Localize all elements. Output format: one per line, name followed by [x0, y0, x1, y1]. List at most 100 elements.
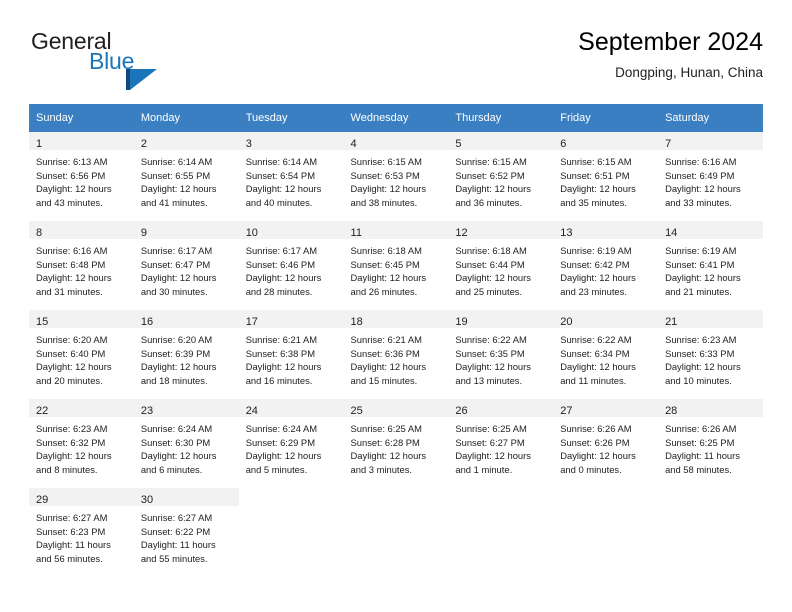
sunrise-text: Sunrise: 6:15 AM	[455, 156, 527, 167]
blue-triangle-logo-icon	[126, 69, 157, 91]
calendar-day-cell[interactable]: 26 Sunrise: 6:25 AM Sunset: 6:27 PM Dayligh…	[448, 399, 554, 488]
calendar-day-cell[interactable]: 2 Sunrise: 6:14 AM Sunset: 6:55 PM Daylight…	[133, 132, 239, 221]
sunset-text: Sunset: 6:48 PM	[36, 258, 106, 270]
sunset-text: Sunset: 6:23 PM	[36, 525, 106, 537]
sunrise-text: Sunrise: 6:21 AM	[245, 334, 318, 345]
calendar-grid: Sunday Monday Tuesday Wednesday Thursday…	[29, 104, 763, 577]
sunrise-text: Sunrise: 6:27 AM	[36, 512, 108, 523]
sunrise-text: Sunrise: 6:15 AM	[350, 156, 422, 167]
daylight-text-line1: Daylight: 12 hours	[36, 361, 112, 373]
daylight-text-line2: and 11 minutes.	[560, 374, 627, 386]
calendar-day-cell[interactable]: 30 Sunrise: 6:27 AM Sunset: 6:22 PM Dayligh…	[133, 488, 239, 577]
daylight-text-line1: Daylight: 12 hours	[245, 272, 322, 284]
calendar-day-cell[interactable]: 25 Sunrise: 6:25 AM Sunset: 6:28 PM Dayligh…	[343, 399, 449, 488]
calendar-day-cell[interactable]: 6 Sunrise: 6:15 AM Sunset: 6:51 PM Daylight…	[553, 132, 659, 221]
calendar-day-cell[interactable]: 9 Sunrise: 6:17 AM Sunset: 6:47 PM Daylight…	[133, 221, 239, 310]
calendar-day-cell[interactable]: 23 Sunrise: 6:24 AM Sunset: 6:30 PM Dayligh…	[133, 399, 239, 488]
calendar-day-cell[interactable]: 7 Sunrise: 6:16 AM Sunset: 6:49 PM Daylight…	[658, 132, 763, 221]
calendar-day-cell[interactable]: 11 Sunrise: 6:18 AM Sunset: 6:45 PM Dayligh…	[343, 221, 449, 310]
page-subtitle-location: Dongping, Hunan, China	[615, 65, 763, 80]
brand-logo[interactable]: General Blue	[29, 28, 259, 90]
calendar-day-cell-empty	[344, 488, 449, 577]
daylight-text-line2: and 36 minutes.	[455, 196, 523, 208]
sunrise-text: Sunrise: 6:21 AM	[350, 334, 422, 345]
daylight-text-line2: and 20 minutes.	[36, 374, 103, 386]
calendar-header-row: Sunday Monday Tuesday Wednesday Thursday…	[29, 104, 763, 132]
daylight-text-line1: Daylight: 12 hours	[245, 450, 322, 462]
calendar-day-cell[interactable]: 22 Sunrise: 6:23 AM Sunset: 6:32 PM Dayligh…	[29, 399, 134, 488]
sunrise-text: Sunrise: 6:14 AM	[245, 156, 318, 167]
calendar-day-cell[interactable]: 5 Sunrise: 6:15 AM Sunset: 6:52 PM Daylight…	[448, 132, 554, 221]
daylight-text-line1: Daylight: 12 hours	[36, 450, 112, 462]
sunset-text: Sunset: 6:45 PM	[350, 258, 420, 270]
calendar-day-cell-empty	[448, 488, 553, 577]
day-number: 25	[350, 405, 363, 417]
sunrise-text: Sunrise: 6:20 AM	[36, 334, 108, 345]
calendar-day-cell[interactable]: 15 Sunrise: 6:20 AM Sunset: 6:40 PM Dayligh…	[29, 310, 134, 399]
daylight-text-line2: and 56 minutes.	[36, 552, 103, 564]
calendar-day-cell[interactable]: 17 Sunrise: 6:21 AM Sunset: 6:38 PM Dayligh…	[238, 310, 344, 399]
daylight-text-line2: and 33 minutes.	[665, 196, 732, 208]
sunset-text: Sunset: 6:28 PM	[350, 436, 420, 448]
sunrise-text: Sunrise: 6:17 AM	[140, 245, 213, 256]
sunset-text: Sunset: 6:25 PM	[665, 436, 735, 448]
sunset-text: Sunset: 6:22 PM	[140, 525, 211, 537]
calendar-day-cell[interactable]: 28 Sunrise: 6:26 AM Sunset: 6:25 PM Dayligh…	[658, 399, 763, 488]
day-number: 6	[560, 138, 567, 150]
sunrise-text: Sunrise: 6:17 AM	[245, 245, 318, 256]
daylight-text-line1: Daylight: 12 hours	[140, 272, 217, 284]
day-number: 24	[245, 405, 258, 417]
daylight-text-line1: Daylight: 12 hours	[140, 183, 217, 195]
sunrise-text: Sunrise: 6:23 AM	[665, 334, 737, 345]
daylight-text-line2: and 26 minutes.	[350, 285, 418, 297]
page-header: General Blue September 2024 Dongping, Hu…	[29, 28, 763, 90]
calendar-day-cell[interactable]: 1 Sunrise: 6:13 AM Sunset: 6:56 PM Daylight…	[29, 132, 134, 221]
calendar-day-cell[interactable]: 12 Sunrise: 6:18 AM Sunset: 6:44 PM Dayligh…	[448, 221, 554, 310]
daylight-text-line1: Daylight: 12 hours	[665, 361, 741, 373]
calendar-day-cell[interactable]: 13 Sunrise: 6:19 AM Sunset: 6:42 PM Dayligh…	[553, 221, 659, 310]
calendar-day-cell-empty	[239, 488, 344, 577]
calendar-day-cell[interactable]: 24 Sunrise: 6:24 AM Sunset: 6:29 PM Dayligh…	[238, 399, 344, 488]
calendar-day-cell[interactable]: 19 Sunrise: 6:22 AM Sunset: 6:35 PM Dayligh…	[448, 310, 554, 399]
day-number: 20	[560, 316, 573, 328]
calendar-day-cell[interactable]: 8 Sunrise: 6:16 AM Sunset: 6:48 PM Daylight…	[29, 221, 134, 310]
day-number: 3	[245, 138, 252, 150]
day-number: 27	[560, 405, 573, 417]
title-block: September 2024 Dongping, Hunan, China	[578, 26, 763, 83]
sunset-text: Sunset: 6:30 PM	[140, 436, 211, 448]
sunset-text: Sunset: 6:49 PM	[665, 169, 735, 181]
daylight-text-line2: and 15 minutes.	[350, 374, 418, 386]
sunset-text: Sunset: 6:32 PM	[36, 436, 106, 448]
daylight-text-line2: and 55 minutes.	[140, 552, 208, 564]
daylight-text-line2: and 10 minutes.	[665, 374, 732, 386]
calendar-day-cell[interactable]: 21 Sunrise: 6:23 AM Sunset: 6:33 PM Dayligh…	[658, 310, 763, 399]
calendar-day-cell-empty	[553, 488, 658, 577]
day-number: 4	[350, 138, 357, 150]
sunrise-text: Sunrise: 6:20 AM	[140, 334, 213, 345]
daylight-text-line1: Daylight: 11 hours	[140, 539, 216, 551]
daylight-text-line1: Daylight: 12 hours	[36, 272, 112, 284]
calendar-day-cell[interactable]: 29 Sunrise: 6:27 AM Sunset: 6:23 PM Dayligh…	[29, 488, 134, 577]
calendar-day-cell[interactable]: 16 Sunrise: 6:20 AM Sunset: 6:39 PM Dayligh…	[133, 310, 239, 399]
day-number: 23	[140, 405, 154, 417]
calendar-week-row: 29 Sunrise: 6:27 AM Sunset: 6:23 PM Dayligh…	[29, 488, 763, 577]
sunset-text: Sunset: 6:33 PM	[665, 347, 735, 359]
day-number: 15	[36, 316, 49, 328]
sunset-text: Sunset: 6:41 PM	[665, 258, 735, 270]
sunrise-text: Sunrise: 6:25 AM	[455, 423, 527, 434]
calendar-day-cell[interactable]: 18 Sunrise: 6:21 AM Sunset: 6:36 PM Dayligh…	[343, 310, 449, 399]
calendar-day-cell[interactable]: 3 Sunrise: 6:14 AM Sunset: 6:54 PM Daylight…	[238, 132, 344, 221]
daylight-text-line2: and 6 minutes.	[140, 463, 203, 475]
sunset-text: Sunset: 6:53 PM	[350, 169, 420, 181]
calendar-day-cell[interactable]: 20 Sunrise: 6:22 AM Sunset: 6:34 PM Dayligh…	[553, 310, 659, 399]
daylight-text-line1: Daylight: 12 hours	[665, 183, 741, 195]
calendar-day-cell[interactable]: 4 Sunrise: 6:15 AM Sunset: 6:53 PM Daylight…	[343, 132, 449, 221]
calendar-day-cell[interactable]: 27 Sunrise: 6:26 AM Sunset: 6:26 PM Dayligh…	[553, 399, 659, 488]
calendar-day-cell[interactable]: 14 Sunrise: 6:19 AM Sunset: 6:41 PM Dayligh…	[658, 221, 763, 310]
daylight-text-line2: and 16 minutes.	[245, 374, 313, 386]
day-number: 30	[140, 494, 154, 506]
daylight-text-line2: and 18 minutes.	[140, 374, 208, 386]
calendar-day-cell[interactable]: 10 Sunrise: 6:17 AM Sunset: 6:46 PM Dayligh…	[238, 221, 344, 310]
daylight-text-line2: and 40 minutes.	[245, 196, 313, 208]
sunset-text: Sunset: 6:35 PM	[455, 347, 525, 359]
